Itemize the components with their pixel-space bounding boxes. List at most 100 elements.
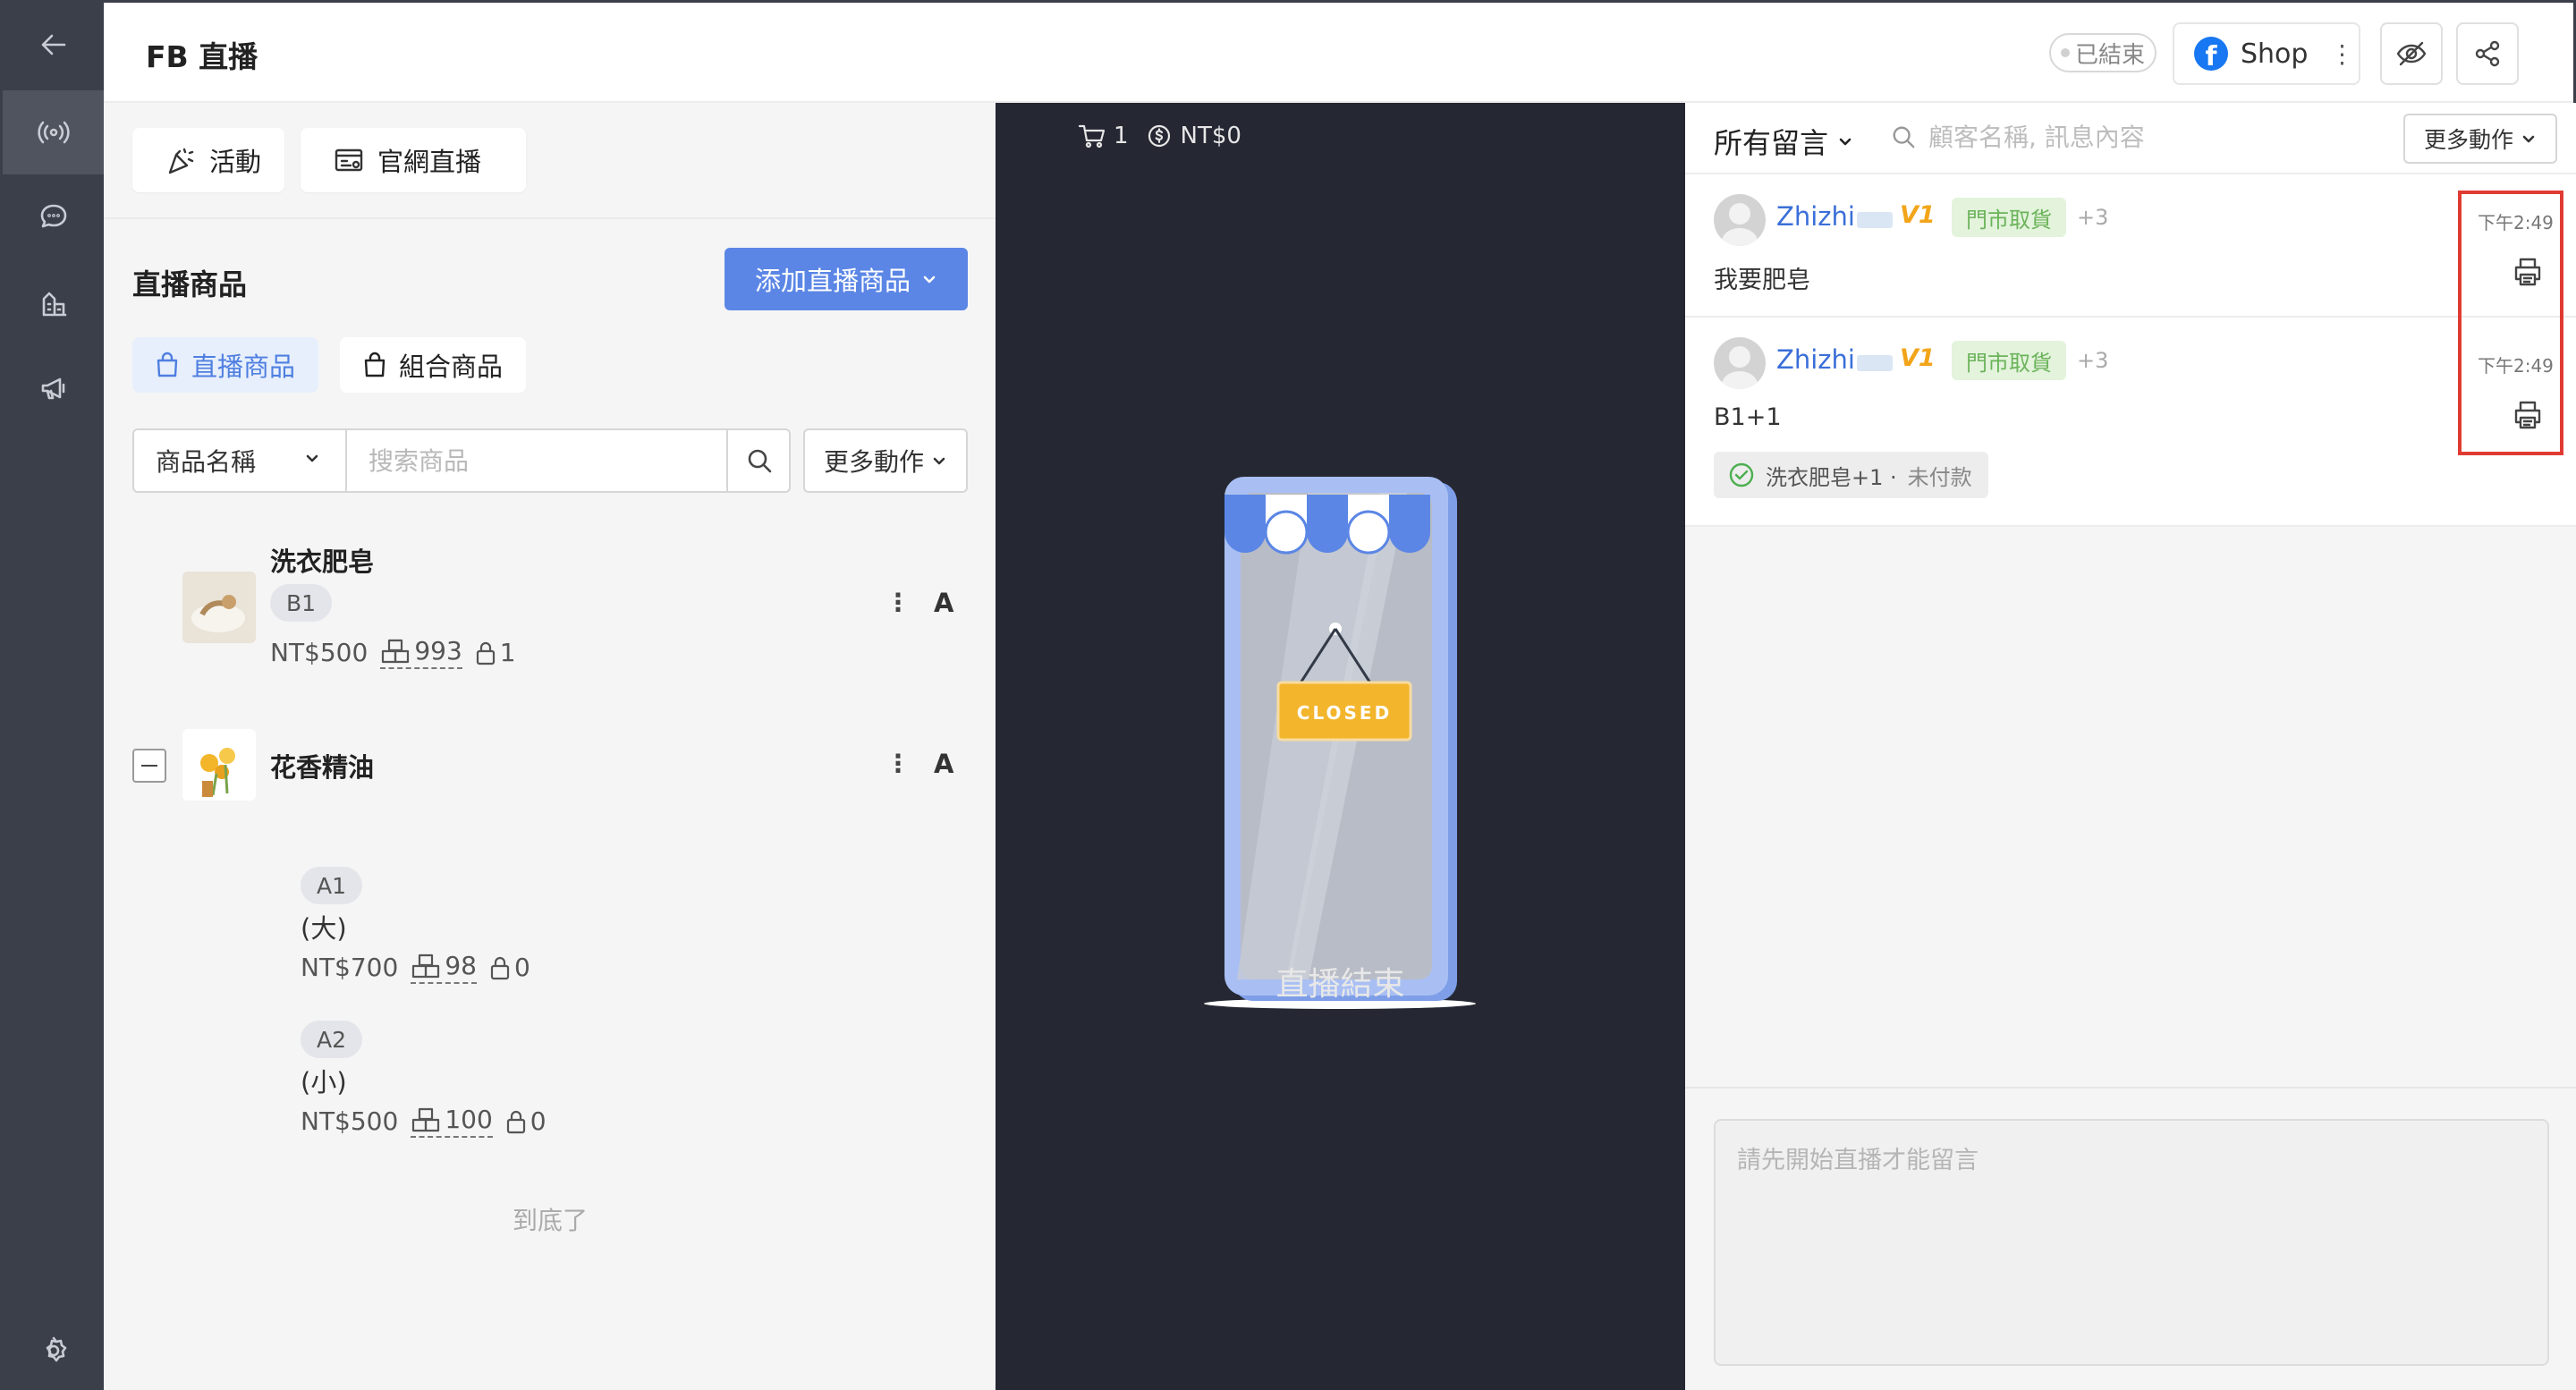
tab-live-products-label: 直播商品 [191, 352, 296, 382]
rail-marketing-button[interactable] [3, 346, 104, 430]
filter-field-select[interactable]: 商品名稱 [134, 430, 347, 491]
tab-bundle-products-label: 組合商品 [399, 352, 504, 382]
activity-button[interactable]: 活動 [132, 128, 284, 192]
page-title: FB 直播 [146, 39, 258, 74]
comment-time: 下午2:49 [2478, 212, 2554, 233]
commenter-name[interactable]: Zhizhi [1776, 344, 1855, 375]
lock-icon [506, 1110, 525, 1133]
top-header: FB 直播 已結束 f Shop ⋮ [104, 3, 2573, 103]
order-chip[interactable]: 洗衣肥皂+1 · 未付款 [1714, 452, 1988, 498]
print-button[interactable] [2511, 398, 2545, 432]
comment-text: 我要肥皂 [1714, 267, 1810, 294]
product-filter: 商品名稱 [132, 428, 791, 493]
shop-menu-icon[interactable]: ⋮ [2329, 39, 2354, 69]
activity-label: 活動 [209, 147, 262, 177]
order-summary: 洗衣肥皂+1 · [1766, 464, 1897, 490]
more-tags-count[interactable]: +3 [2077, 205, 2108, 230]
back-button[interactable] [3, 3, 104, 87]
check-circle-icon [1729, 462, 1754, 487]
comment-search-input[interactable] [1928, 117, 2394, 157]
website-live-button[interactable]: 官網直播 [301, 128, 526, 192]
live-ended-message: 直播結束 [1275, 966, 1405, 1003]
name-redacted [1857, 355, 1893, 371]
section-title: 直播商品 [132, 267, 248, 301]
product-search-button[interactable] [726, 430, 791, 491]
collapse-toggle[interactable] [132, 749, 166, 783]
oil-image [182, 729, 256, 801]
add-live-product-button[interactable]: 添加直播商品 [724, 248, 968, 310]
rail-live-button[interactable] [3, 90, 104, 174]
product-menu-icon[interactable]: ⋮ [886, 749, 911, 778]
rail-settings-button[interactable] [3, 1309, 104, 1390]
tab-live-products[interactable]: 直播商品 [132, 337, 319, 393]
share-button[interactable] [2456, 22, 2519, 85]
commenter-name[interactable]: Zhizhi [1776, 201, 1855, 232]
tab-bundle-products[interactable]: 組合商品 [340, 337, 527, 393]
lock-icon [490, 956, 510, 979]
settings-icon [46, 1336, 66, 1362]
sku-badge: A1 [301, 867, 363, 904]
live-products-panel: 活動 官網直播 直播商品 添加直播商品 直播商品 組合商品 商品名稱 搜索商品 … [104, 103, 996, 1390]
comment-filter-dropdown[interactable]: 所有留言 [1714, 121, 1853, 162]
cart-total: NT$0 [1180, 123, 1241, 149]
chevron-down-icon [923, 275, 936, 284]
shop-selector[interactable]: f Shop ⋮ [2173, 22, 2360, 85]
comment-input-area [1685, 1087, 2576, 1390]
chat-icon [40, 204, 66, 228]
shop-name: Shop [2241, 38, 2309, 70]
product-meta: NT$500 993 1 [270, 636, 516, 669]
closed-store-illustration: CLOSED [1204, 477, 1476, 1009]
status-text: 已結束 [2074, 41, 2145, 69]
soap-image [182, 572, 256, 643]
stock-count[interactable]: 98 [411, 951, 477, 984]
chevron-down-icon [1839, 138, 1852, 146]
comments-toolbar: 所有留言 更多動作 [1685, 103, 2576, 174]
boxes-icon [382, 639, 410, 663]
cart-summary: 1 NT$0 [1078, 123, 1241, 149]
more-actions-button[interactable]: 更多動作 [803, 428, 968, 493]
product-name: 洗衣肥皂 [270, 547, 375, 577]
more-tags-count[interactable]: +3 [2077, 348, 2108, 373]
comment-more-actions-button[interactable]: 更多動作 [2403, 114, 2557, 164]
hide-button[interactable] [2380, 22, 2443, 85]
live-video-area: 1 NT$0 CLOSED 直播結束 [996, 103, 1685, 1390]
browser-icon [335, 148, 363, 172]
stock-value: 100 [445, 1105, 493, 1134]
store-icon [42, 292, 66, 317]
comment-item[interactable]: Zhizhi V1 門市取貨 +3 下午2:49 我要肥皂 [1685, 174, 2576, 318]
product-search-input[interactable] [349, 430, 726, 491]
comment-text: B1+1 [1714, 403, 1782, 431]
variant-label: (小) [301, 1067, 347, 1098]
comment-input[interactable] [1714, 1119, 2549, 1366]
stock-count[interactable]: 100 [411, 1105, 493, 1138]
print-button[interactable] [2511, 255, 2545, 289]
product-menu-icon[interactable]: ⋮ [886, 588, 911, 617]
rail-chat-button[interactable] [3, 174, 104, 259]
product-thumbnail [182, 572, 256, 643]
comment-search [1891, 117, 2394, 157]
product-price: NT$500 [270, 638, 369, 667]
more-actions-label: 更多動作 [823, 447, 924, 477]
sku-badge: A2 [301, 1021, 363, 1058]
live-broadcast-icon [37, 121, 70, 144]
pickup-tag: 門市取貨 [1952, 198, 2066, 237]
name-redacted [1857, 212, 1893, 228]
locked-count: 1 [475, 638, 516, 667]
vip-badge: V1 [1900, 344, 1936, 372]
search-icon [748, 449, 772, 473]
facebook-icon: f [2194, 37, 2228, 71]
product-mark[interactable]: A [934, 588, 953, 618]
website-live-label: 官網直播 [377, 147, 482, 177]
comment-time: 下午2:49 [2478, 355, 2554, 377]
avatar [1714, 337, 1766, 389]
comment-item[interactable]: Zhizhi V1 門市取貨 +3 下午2:49 B1+1 洗衣肥皂+1 · 未… [1685, 318, 2576, 527]
add-live-product-label: 添加直播商品 [754, 266, 911, 296]
product-mark[interactable]: A [934, 749, 953, 779]
share-icon [2475, 40, 2500, 67]
variant-price: NT$700 [301, 953, 399, 982]
stock-count[interactable]: 993 [380, 636, 462, 669]
app-frame: FB 直播 已結束 f Shop ⋮ 活動 官網直播 直播商品 添加直播商品 直… [0, 0, 2576, 1390]
rail-store-button[interactable] [3, 262, 104, 346]
bag-icon [364, 352, 386, 377]
printer-icon [2514, 258, 2541, 286]
